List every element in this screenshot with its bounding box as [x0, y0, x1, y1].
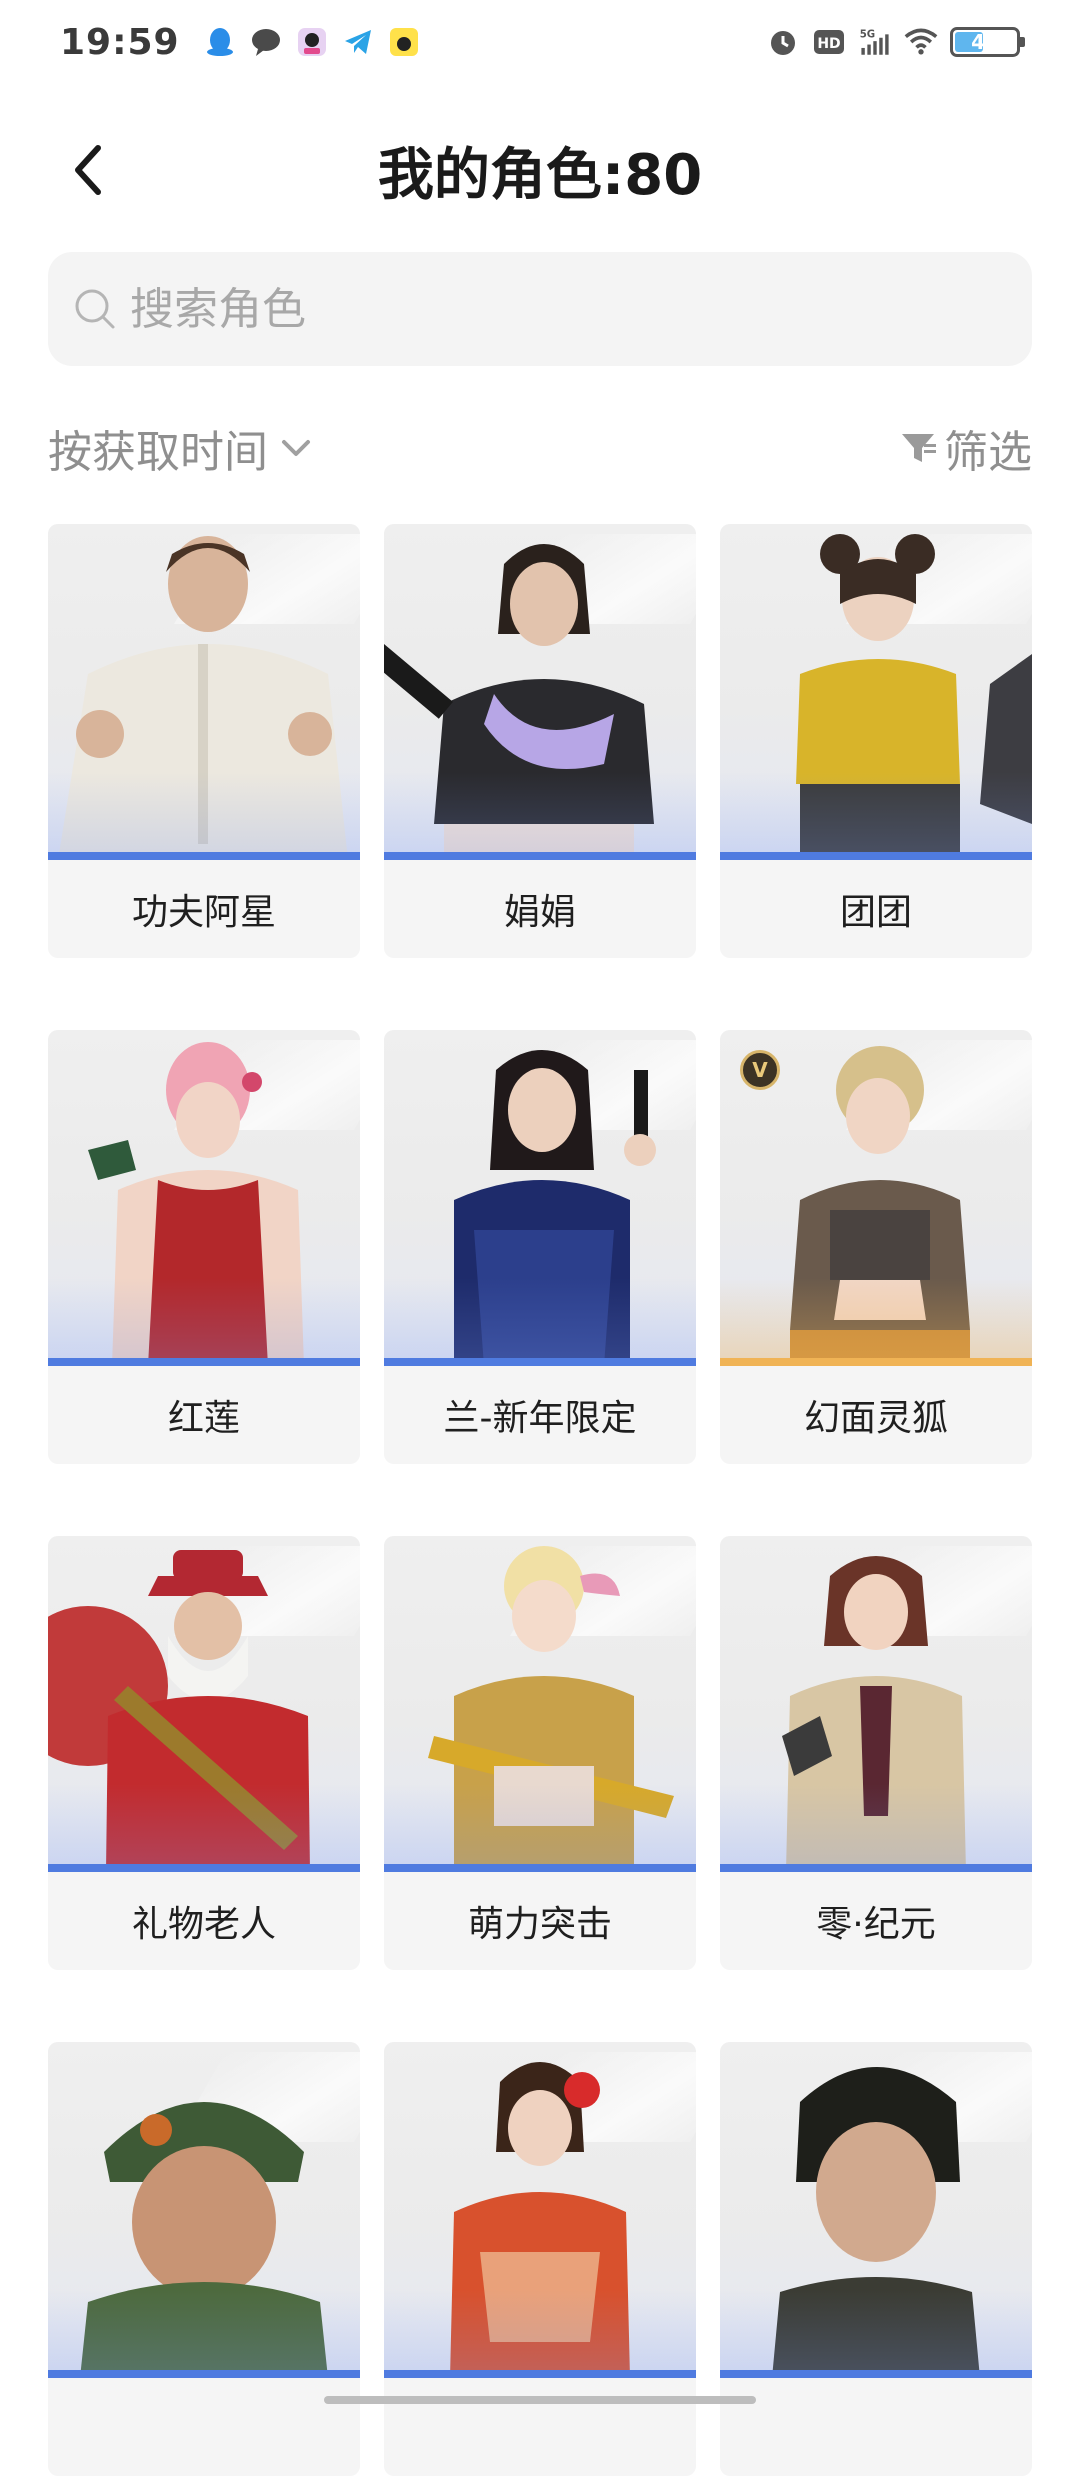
character-name	[720, 2378, 1032, 2476]
sort-label: 按获取时间	[48, 427, 268, 478]
search-input[interactable]	[130, 283, 1010, 335]
signal-5g-icon: 5G	[858, 25, 892, 59]
character-card[interactable]: 零·纪元	[720, 1536, 1032, 1970]
character-name: 零·纪元	[816, 1904, 936, 1945]
app-icon	[296, 26, 328, 58]
chevron-down-icon	[282, 440, 310, 456]
character-name: 娟娟	[503, 892, 576, 933]
alarm-icon	[766, 25, 800, 59]
filter-button[interactable]: 筛选	[898, 416, 1032, 480]
battery-icon: 47	[950, 27, 1025, 57]
character-card[interactable]	[48, 2042, 360, 2476]
status-time: 19:59	[60, 21, 180, 63]
character-name: 兰-新年限定	[443, 1398, 637, 1439]
vip-badge: V	[740, 1050, 780, 1090]
character-image	[384, 1536, 696, 1872]
search-bar[interactable]	[48, 252, 1032, 366]
character-image	[720, 2042, 1032, 2378]
character-name	[384, 2378, 696, 2476]
character-image	[48, 1030, 360, 1366]
character-card[interactable]: 娟娟	[384, 524, 696, 958]
chevron-left-icon	[75, 145, 101, 195]
svg-text:HD: HD	[817, 36, 840, 52]
svg-text:5G: 5G	[860, 30, 875, 41]
character-card[interactable]: 团团	[720, 524, 1032, 958]
hd-icon: HD	[812, 25, 846, 59]
header: 我的角色:80	[0, 110, 1080, 230]
character-image	[48, 1536, 360, 1872]
character-name: 萌力突击	[467, 1904, 612, 1945]
wifi-icon	[904, 25, 938, 59]
character-image	[720, 524, 1032, 860]
character-card[interactable]: 礼物老人	[48, 1536, 360, 1970]
character-name: 功夫阿星	[131, 892, 276, 933]
character-image	[720, 1536, 1032, 1872]
character-image	[384, 524, 696, 860]
back-button[interactable]	[48, 130, 128, 210]
home-indicator[interactable]	[324, 2396, 756, 2404]
filter-icon	[902, 434, 936, 462]
status-bar: 19:59 HD 5G 47	[0, 0, 1080, 84]
character-name: 红莲	[167, 1398, 240, 1439]
character-image	[48, 2042, 360, 2378]
character-image	[384, 2042, 696, 2378]
character-card[interactable]	[720, 2042, 1032, 2476]
page-title: 我的角色:80	[377, 142, 703, 208]
character-card[interactable]: 功夫阿星	[48, 524, 360, 958]
system-status: HD 5G 47	[766, 25, 1025, 59]
filter-label: 筛选	[944, 427, 1032, 478]
qq-icon	[204, 26, 236, 58]
telegram-icon	[342, 26, 374, 58]
character-image	[384, 1030, 696, 1366]
character-name: 幻面灵狐	[803, 1398, 948, 1439]
character-name: 礼物老人	[131, 1904, 276, 1945]
character-card[interactable]: 兰-新年限定	[384, 1030, 696, 1464]
character-grid: 功夫阿星 娟娟 团团 红莲 兰-新年限定 V 幻面灵狐 礼物老人 萌力突击 零·…	[48, 524, 1032, 2476]
character-card[interactable]: V 幻面灵狐	[720, 1030, 1032, 1464]
character-card[interactable]	[384, 2042, 696, 2476]
character-name	[48, 2378, 360, 2476]
battery-level: 47	[971, 30, 999, 54]
search-icon	[75, 289, 115, 329]
toolbar: 按获取时间 筛选	[48, 408, 1032, 488]
notification-icons	[204, 26, 420, 58]
cartoon-app-icon	[388, 26, 420, 58]
message-icon	[250, 26, 282, 58]
character-card[interactable]: 红莲	[48, 1030, 360, 1464]
character-name: 团团	[839, 892, 912, 933]
character-image: V	[720, 1030, 1032, 1366]
sort-dropdown[interactable]: 按获取时间	[48, 416, 316, 480]
character-card[interactable]: 萌力突击	[384, 1536, 696, 1970]
character-image	[48, 524, 360, 860]
